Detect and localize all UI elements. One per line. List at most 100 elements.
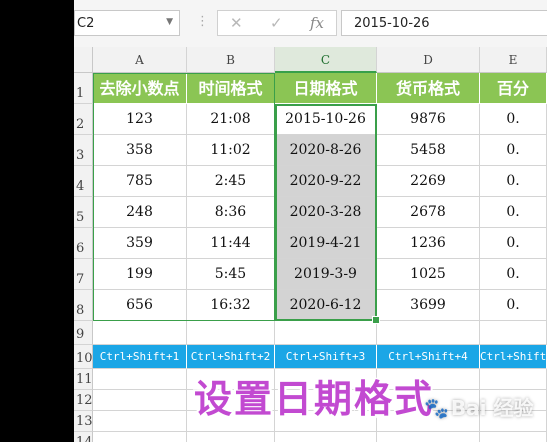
more-options-icon[interactable]: ⋮	[196, 14, 209, 29]
table-cell[interactable]: 2020-8-26	[275, 135, 377, 166]
row-number: 4	[76, 179, 85, 194]
spreadsheet-app: C2 ▼ ⋮ ✕ ✓ fx 2015-10-26 ABCDE1234567891…	[74, 0, 547, 442]
header-cell[interactable]: 货币格式	[377, 73, 480, 104]
formula-input[interactable]: 2015-10-26	[341, 10, 547, 36]
function-icon[interactable]: fx	[310, 14, 324, 32]
table-cell[interactable]: 21:08	[187, 104, 275, 135]
table-cell[interactable]: 2020-6-12	[275, 290, 377, 321]
column-header-c[interactable]: C	[275, 47, 377, 73]
empty-cell[interactable]	[275, 321, 377, 345]
table-cell[interactable]: 2269	[377, 166, 480, 197]
row-header-13[interactable]: 13	[74, 411, 93, 432]
fill-handle[interactable]	[372, 316, 380, 324]
row-header-6[interactable]: 6	[74, 228, 93, 259]
header-cell[interactable]: 日期格式	[275, 73, 377, 104]
table-cell[interactable]: 0.	[480, 104, 547, 135]
table-cell[interactable]: 1025	[377, 259, 480, 290]
column-header-e[interactable]: E	[480, 47, 547, 73]
watermark: 🐾 Bai 经验	[424, 392, 533, 421]
table-cell[interactable]: 0.	[480, 259, 547, 290]
name-box[interactable]: C2 ▼	[74, 10, 180, 36]
row-header-11[interactable]: 11	[74, 369, 93, 390]
table-cell[interactable]: 2020-9-22	[275, 166, 377, 197]
row-header-7[interactable]: 7	[74, 259, 93, 290]
row-header-14[interactable]: 14	[74, 432, 93, 442]
confirm-icon[interactable]: ✓	[270, 14, 283, 32]
column-header-d[interactable]: D	[377, 47, 480, 73]
empty-cell[interactable]	[480, 369, 547, 390]
row-number: 6	[76, 241, 85, 256]
table-cell[interactable]: 656	[93, 290, 187, 321]
table-cell[interactable]: 0.	[480, 197, 547, 228]
column-header-a[interactable]: A	[93, 47, 187, 73]
name-box-value: C2	[77, 16, 95, 31]
table-cell[interactable]: 2015-10-26	[275, 104, 377, 135]
row-number: 13	[76, 414, 93, 429]
table-cell[interactable]: 1236	[377, 228, 480, 259]
table-cell[interactable]: 9876	[377, 104, 480, 135]
row-header-8[interactable]: 8	[74, 290, 93, 321]
table-cell[interactable]: 0.	[480, 290, 547, 321]
empty-cell[interactable]	[93, 390, 187, 411]
table-cell[interactable]: 8:36	[187, 197, 275, 228]
table-cell[interactable]: 358	[93, 135, 187, 166]
empty-cell[interactable]	[93, 432, 187, 442]
table-cell[interactable]: 11:44	[187, 228, 275, 259]
row-header-12[interactable]: 12	[74, 390, 93, 411]
row-number: 10	[76, 351, 93, 366]
table-cell[interactable]: 2019-4-21	[275, 228, 377, 259]
table-cell[interactable]: 199	[93, 259, 187, 290]
formula-bar: C2 ▼ ⋮ ✕ ✓ fx 2015-10-26	[74, 0, 547, 48]
shortcut-cell[interactable]: Ctrl+Shift+4	[377, 345, 480, 369]
row-number: 3	[76, 148, 85, 163]
empty-cell[interactable]	[93, 369, 187, 390]
empty-cell[interactable]	[187, 321, 275, 345]
table-cell[interactable]: 0.	[480, 135, 547, 166]
empty-cell[interactable]	[187, 432, 275, 442]
empty-cell[interactable]	[275, 432, 377, 442]
shortcut-cell[interactable]: Ctrl+Shift+2	[187, 345, 275, 369]
empty-cell[interactable]	[480, 321, 547, 345]
table-cell[interactable]: 2678	[377, 197, 480, 228]
table-cell[interactable]: 16:32	[187, 290, 275, 321]
empty-cell[interactable]	[480, 432, 547, 442]
row-header-2[interactable]: 2	[74, 104, 93, 135]
empty-cell[interactable]	[93, 321, 187, 345]
header-cell[interactable]: 百分	[480, 73, 547, 104]
table-cell[interactable]: 0.	[480, 228, 547, 259]
row-header-1[interactable]: 1	[74, 73, 93, 104]
cancel-icon[interactable]: ✕	[230, 14, 243, 32]
empty-cell[interactable]	[377, 432, 480, 442]
row-number: 1	[76, 86, 85, 101]
table-cell[interactable]: 359	[93, 228, 187, 259]
table-cell[interactable]: 11:02	[187, 135, 275, 166]
row-header-3[interactable]: 3	[74, 135, 93, 166]
table-cell[interactable]: 2020-3-28	[275, 197, 377, 228]
formula-input-value: 2015-10-26	[354, 16, 430, 31]
table-cell[interactable]: 0.	[480, 166, 547, 197]
table-cell[interactable]: 248	[93, 197, 187, 228]
dropdown-arrow-icon[interactable]: ▼	[166, 17, 173, 27]
row-header-5[interactable]: 5	[74, 197, 93, 228]
table-cell[interactable]: 5:45	[187, 259, 275, 290]
table-cell[interactable]: 3699	[377, 290, 480, 321]
row-header-4[interactable]: 4	[74, 166, 93, 197]
row-number: 8	[76, 303, 85, 318]
select-all-corner[interactable]	[74, 47, 93, 73]
row-header-10[interactable]: 10	[74, 345, 93, 369]
header-cell[interactable]: 时间格式	[187, 73, 275, 104]
table-cell[interactable]: 2019-3-9	[275, 259, 377, 290]
row-header-9[interactable]: 9	[74, 321, 93, 345]
row-number: 9	[76, 327, 85, 342]
header-cell[interactable]: 去除小数点	[93, 73, 187, 104]
shortcut-cell[interactable]: Ctrl+Shift+5	[480, 345, 547, 369]
shortcut-cell[interactable]: Ctrl+Shift+1	[93, 345, 187, 369]
table-cell[interactable]: 2:45	[187, 166, 275, 197]
column-header-b[interactable]: B	[187, 47, 275, 73]
table-cell[interactable]: 123	[93, 104, 187, 135]
table-cell[interactable]: 785	[93, 166, 187, 197]
empty-cell[interactable]	[377, 321, 480, 345]
shortcut-cell[interactable]: Ctrl+Shift+3	[275, 345, 377, 369]
empty-cell[interactable]	[93, 411, 187, 432]
table-cell[interactable]: 5458	[377, 135, 480, 166]
